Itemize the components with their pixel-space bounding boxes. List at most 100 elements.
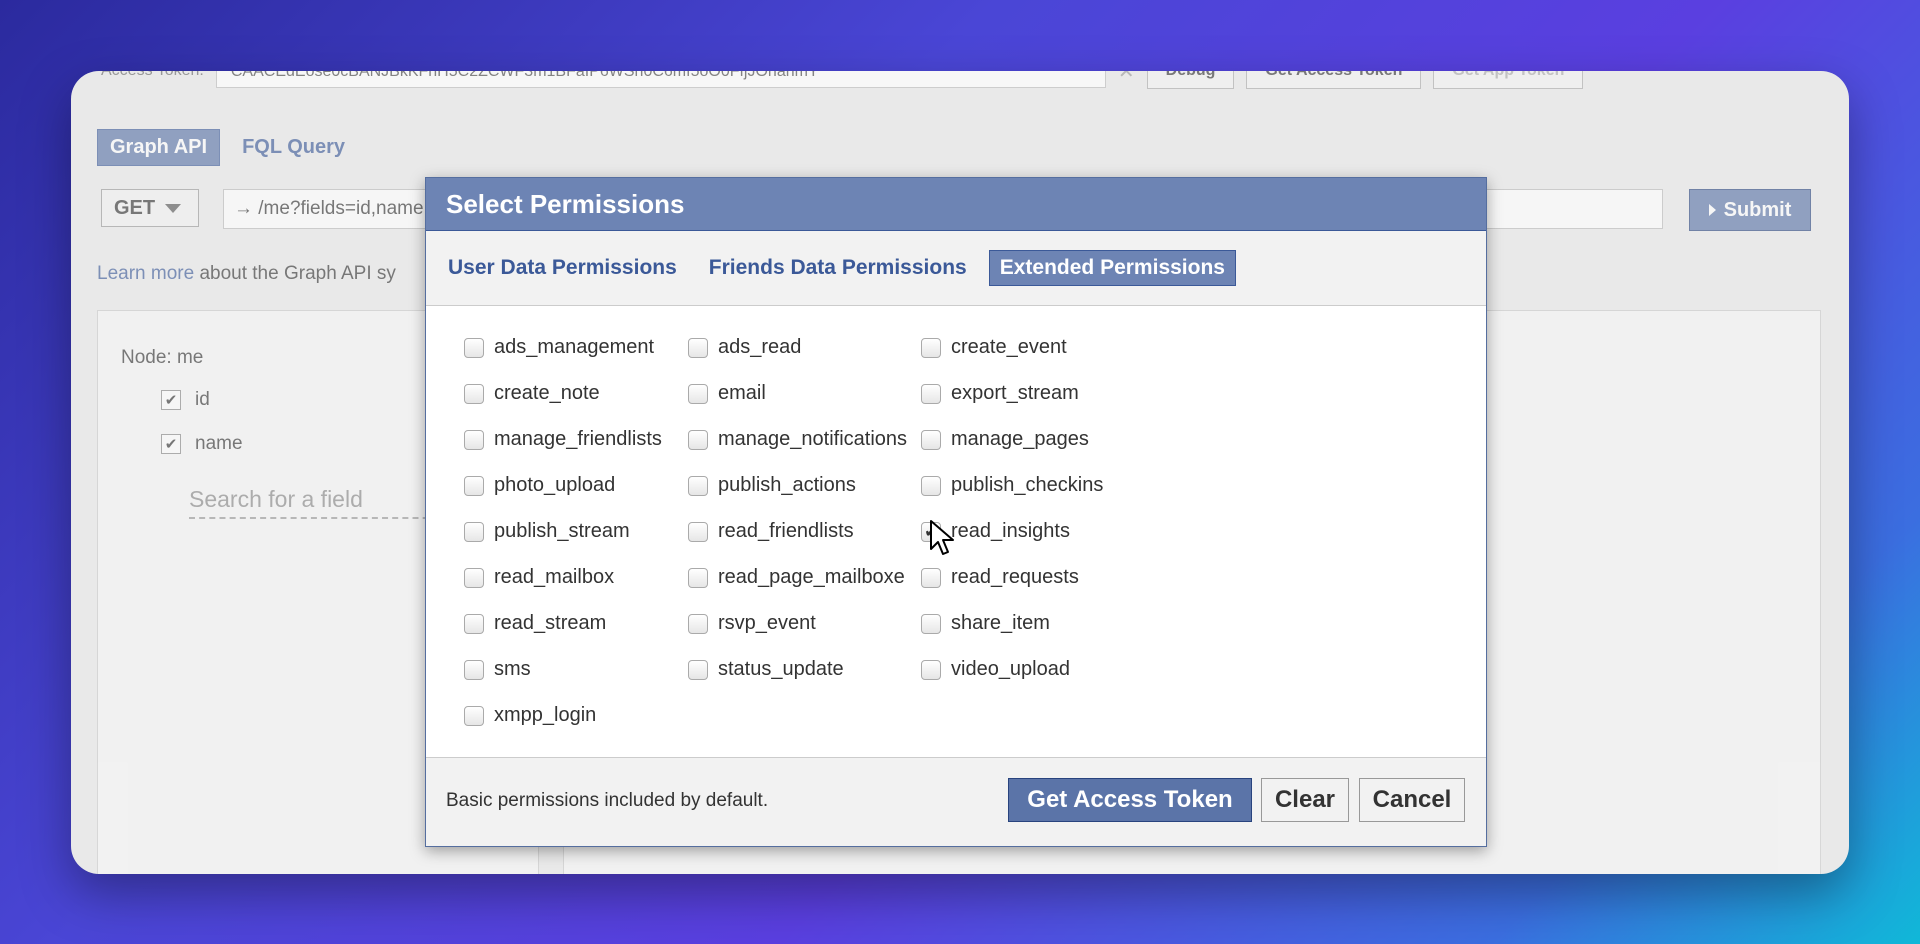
- tab-fql-query[interactable]: FQL Query: [242, 136, 345, 159]
- permission-publish-actions[interactable]: publish_actions: [688, 474, 856, 497]
- permission-checkbox[interactable]: [921, 337, 941, 358]
- permission-checkbox[interactable]: [921, 659, 941, 680]
- mouse-cursor-icon: [930, 520, 954, 555]
- get-access-token-top-button[interactable]: Get Access Token: [1246, 71, 1422, 89]
- permission-label: publish_stream: [494, 520, 630, 542]
- permission-label: read_friendlists: [718, 520, 854, 542]
- submit-button[interactable]: Submit: [1689, 189, 1811, 231]
- permission-label: email: [718, 382, 766, 404]
- permission-manage-notifications[interactable]: manage_notifications: [688, 428, 907, 451]
- permission-export-stream[interactable]: export_stream: [921, 382, 1079, 405]
- permission-label: read_page_mailboxe: [718, 566, 905, 588]
- field-checkbox[interactable]: ✔: [161, 434, 181, 454]
- permission-label: publish_actions: [718, 474, 856, 496]
- permission-read-friendlists[interactable]: read_friendlists: [688, 520, 854, 543]
- permission-xmpp-login[interactable]: xmpp_login: [464, 704, 596, 727]
- permission-video-upload[interactable]: video_upload: [921, 658, 1070, 681]
- get-app-token-button[interactable]: Get App Token: [1433, 71, 1584, 89]
- field-name[interactable]: ✔ name: [161, 433, 243, 455]
- permission-read-page-mailboxe[interactable]: read_page_mailboxe: [688, 566, 905, 589]
- field-checkbox[interactable]: ✔: [161, 390, 181, 410]
- permission-label: manage_pages: [951, 428, 1089, 450]
- field-label: name: [195, 433, 243, 454]
- permission-checkbox[interactable]: [921, 475, 941, 496]
- cancel-button[interactable]: Cancel: [1359, 778, 1465, 822]
- permission-share-item[interactable]: share_item: [921, 612, 1050, 635]
- permission-checkbox[interactable]: [688, 429, 708, 450]
- permission-checkbox[interactable]: [921, 383, 941, 404]
- debug-button[interactable]: Debug: [1146, 71, 1235, 89]
- permission-status-update[interactable]: status_update: [688, 658, 844, 681]
- permission-checkbox[interactable]: [464, 429, 484, 450]
- permission-label: manage_friendlists: [494, 428, 662, 450]
- permission-checkbox[interactable]: [921, 429, 941, 450]
- select-permissions-dialog: Select Permissions User Data Permissions…: [425, 177, 1487, 847]
- dialog-footer: Basic permissions included by default. G…: [426, 757, 1486, 846]
- permission-checkbox[interactable]: [464, 705, 484, 726]
- footer-note: Basic permissions included by default.: [446, 790, 769, 811]
- permission-sms[interactable]: sms: [464, 658, 531, 681]
- permission-photo-upload[interactable]: photo_upload: [464, 474, 615, 497]
- permission-label: read_mailbox: [494, 566, 615, 588]
- permission-checkbox[interactable]: [688, 337, 708, 358]
- permission-label: ads_management: [494, 336, 655, 358]
- permission-label: ads_read: [718, 336, 802, 358]
- permission-ads-read[interactable]: ads_read: [688, 336, 801, 359]
- permission-label: manage_notifications: [718, 428, 908, 450]
- learn-more-link[interactable]: Learn more: [97, 263, 194, 284]
- permission-read-mailbox[interactable]: read_mailbox: [464, 566, 614, 589]
- permission-tabs: User Data Permissions Friends Data Permi…: [426, 231, 1486, 306]
- tab-user-data-permissions[interactable]: User Data Permissions: [448, 256, 677, 280]
- permission-label: export_stream: [951, 382, 1079, 404]
- permission-checkbox[interactable]: [464, 613, 484, 634]
- permission-read-stream[interactable]: read_stream: [464, 612, 606, 635]
- field-id[interactable]: ✔ id: [161, 389, 210, 411]
- get-access-token-button[interactable]: Get Access Token: [1008, 778, 1252, 822]
- permission-label: read_requests: [951, 566, 1079, 588]
- node-value: me: [176, 347, 204, 368]
- permission-create-note[interactable]: create_note: [464, 382, 600, 405]
- clear-button[interactable]: Clear: [1261, 778, 1349, 822]
- access-token-field[interactable]: CAACEdEose0cBANJBkKFhH5C2ZCWF3m1BFaIP6WS…: [215, 71, 1106, 88]
- permission-checkbox[interactable]: [464, 383, 484, 404]
- permission-checkbox[interactable]: [464, 337, 484, 358]
- permission-manage-friendlists[interactable]: manage_friendlists: [464, 428, 662, 451]
- permission-create-event[interactable]: create_event: [921, 336, 1067, 359]
- permission-label: video_upload: [951, 658, 1070, 680]
- permission-publish-checkins[interactable]: publish_checkins: [921, 474, 1103, 497]
- permission-checkbox[interactable]: [921, 567, 941, 588]
- tab-extended-permissions[interactable]: Extended Permissions: [988, 250, 1236, 286]
- access-token-row: Access Token: CAACEdEose0cBANJBkKFhH5C2Z…: [101, 71, 1584, 91]
- api-tabs: Graph API FQL Query: [97, 129, 345, 166]
- permission-checkbox[interactable]: [464, 521, 484, 542]
- learn-more-rest: about the Graph API sy: [194, 263, 396, 284]
- permission-checkbox[interactable]: [464, 659, 484, 680]
- dialog-title: Select Permissions: [426, 178, 1486, 231]
- permission-checkbox[interactable]: [688, 475, 708, 496]
- permission-checkbox[interactable]: [688, 567, 708, 588]
- permission-email[interactable]: email: [688, 382, 766, 405]
- permission-manage-pages[interactable]: manage_pages: [921, 428, 1089, 451]
- permission-checkbox[interactable]: [688, 659, 708, 680]
- play-icon: [1708, 204, 1716, 216]
- permission-publish-stream[interactable]: publish_stream: [464, 520, 630, 543]
- chevron-down-icon: [165, 203, 182, 213]
- tab-graph-api[interactable]: Graph API: [97, 129, 221, 166]
- method-value: GET: [114, 196, 156, 219]
- permission-read-requests[interactable]: read_requests: [921, 566, 1079, 589]
- permission-checkbox[interactable]: [464, 475, 484, 496]
- permission-checkbox[interactable]: [688, 383, 708, 404]
- clear-token-icon[interactable]: ✕: [1118, 71, 1135, 84]
- search-field-input[interactable]: Search for a field: [189, 486, 449, 519]
- permission-rsvp-event[interactable]: rsvp_event: [688, 612, 816, 635]
- node-row: Node: me: [121, 347, 203, 369]
- tab-friends-data-permissions[interactable]: Friends Data Permissions: [709, 256, 967, 280]
- permission-checkbox[interactable]: [688, 613, 708, 634]
- permission-checkbox[interactable]: [688, 521, 708, 542]
- permission-label: read_stream: [494, 612, 607, 634]
- method-select[interactable]: GET: [101, 189, 199, 227]
- permission-ads-management[interactable]: ads_management: [464, 336, 654, 359]
- permission-checkbox[interactable]: [464, 567, 484, 588]
- permission-checkbox[interactable]: [921, 613, 941, 634]
- permission-label: create_event: [951, 336, 1067, 358]
